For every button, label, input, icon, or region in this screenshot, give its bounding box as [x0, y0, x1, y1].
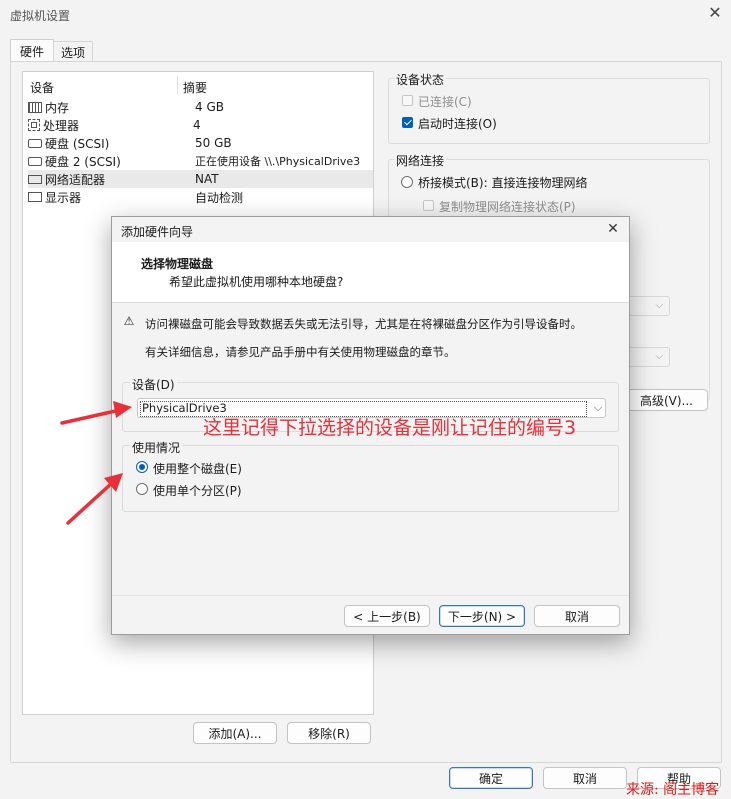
- network-title: 网络连接: [394, 152, 447, 169]
- device-summary: 正在使用设备 \\.\PhysicalDrive3: [195, 155, 361, 168]
- device-name: 网络适配器: [45, 172, 106, 187]
- bridged-radio[interactable]: [401, 176, 413, 188]
- annotation-text: 这里记得下拉选择的设备是刚让记住的编号3: [203, 417, 577, 439]
- tab-hardware[interactable]: 硬件: [10, 39, 54, 62]
- memory-icon: [28, 101, 42, 113]
- monitor-icon: [28, 192, 42, 202]
- wizard-warning: 访问裸磁盘可能会导致数据丢失或无法引导，尤其是在将裸磁盘分区作为引导设备时。: [145, 317, 582, 331]
- device-summary: 4: [193, 118, 201, 132]
- device-name: 内存: [45, 100, 70, 115]
- replicate-label: 复制物理网络连接状态(P): [439, 200, 576, 214]
- device-header[interactable]: 设备: [30, 79, 54, 96]
- watermark: 来源: 阁主博客: [626, 782, 720, 798]
- device-name: 硬盘 (SCSI): [45, 136, 110, 151]
- hidden-dropdown-2[interactable]: ⌵: [628, 347, 670, 367]
- usage-group: [122, 445, 619, 512]
- wizard-cancel-button[interactable]: 取消: [534, 605, 620, 627]
- wizard-heading: 选择物理磁盘: [141, 257, 214, 271]
- device-row-disk-2[interactable]: 硬盘 2 (SCSI) 正在使用设备 \\.\PhysicalDrive3: [28, 152, 373, 170]
- device-name: 处理器: [43, 118, 80, 133]
- close-icon[interactable]: ✕: [706, 4, 724, 22]
- advanced-button[interactable]: 高级(V)...: [626, 389, 708, 411]
- connected-label: 已连接(C): [418, 95, 472, 109]
- chevron-down-icon: ⌵: [593, 401, 603, 414]
- device-row-disk[interactable]: 硬盘 (SCSI) 50 GB: [28, 134, 373, 152]
- window-title: 虚拟机设置: [10, 9, 71, 23]
- device-row-cpu[interactable]: 处理器 4: [28, 116, 373, 134]
- connect-at-power-on-label: 启动时连接(O): [418, 117, 497, 131]
- wizard-subheading: 希望此虚拟机使用哪种本地硬盘?: [169, 275, 344, 289]
- use-entire-disk-radio[interactable]: [136, 461, 148, 473]
- wizard-title: 添加硬件向导: [121, 225, 194, 239]
- connect-at-power-on-checkbox[interactable]: [402, 117, 413, 128]
- summary-header[interactable]: 摘要: [183, 79, 207, 96]
- header-divider: [177, 76, 178, 94]
- device-summary: 4 GB: [195, 100, 224, 114]
- add-button[interactable]: 添加(A)...: [193, 722, 277, 744]
- device-group-label: 设备(D): [130, 376, 177, 393]
- bridged-label: 桥接模式(B): 直接连接物理网络: [418, 176, 588, 190]
- cancel-button[interactable]: 取消: [543, 767, 627, 789]
- connected-checkbox[interactable]: [402, 95, 413, 106]
- tab-options[interactable]: 选项: [53, 41, 93, 62]
- remove-button[interactable]: 移除(R): [287, 722, 371, 744]
- device-summary: 50 GB: [195, 136, 232, 150]
- device-name: 显示器: [45, 190, 82, 205]
- wizard-footer-divider: [112, 595, 629, 596]
- hidden-dropdown-1[interactable]: ⌵: [628, 296, 670, 316]
- tab-hardware-label: 硬件: [19, 44, 44, 59]
- device-summary: NAT: [195, 172, 219, 186]
- ok-button[interactable]: 确定: [449, 767, 533, 789]
- use-entire-disk-label: 使用整个磁盘(E): [153, 462, 242, 476]
- replicate-checkbox[interactable]: [423, 200, 434, 211]
- wizard-close-icon[interactable]: ✕: [605, 221, 621, 237]
- wizard-info: 有关详细信息，请参见产品手册中有关使用物理磁盘的章节。: [145, 345, 456, 359]
- back-button[interactable]: < 上一步(B): [344, 605, 430, 627]
- tab-options-label: 选项: [60, 45, 85, 60]
- next-button[interactable]: 下一步(N) >: [439, 605, 525, 627]
- disk-icon: [28, 156, 42, 166]
- usage-group-label: 使用情况: [130, 439, 183, 456]
- warning-icon: ⚠: [123, 314, 135, 328]
- use-partition-radio[interactable]: [136, 483, 148, 495]
- device-row-network[interactable]: 网络适配器 NAT: [28, 170, 373, 188]
- device-summary: 自动检测: [195, 190, 244, 205]
- network-icon: [28, 174, 42, 184]
- use-partition-label: 使用单个分区(P): [153, 484, 242, 498]
- disk-icon: [28, 138, 42, 148]
- cpu-icon: [28, 119, 40, 131]
- device-row-display[interactable]: 显示器 自动检测: [28, 188, 373, 206]
- device-row-memory[interactable]: 内存 4 GB: [28, 98, 373, 116]
- device-name: 硬盘 2 (SCSI): [45, 154, 121, 169]
- device-status-title: 设备状态: [394, 71, 447, 88]
